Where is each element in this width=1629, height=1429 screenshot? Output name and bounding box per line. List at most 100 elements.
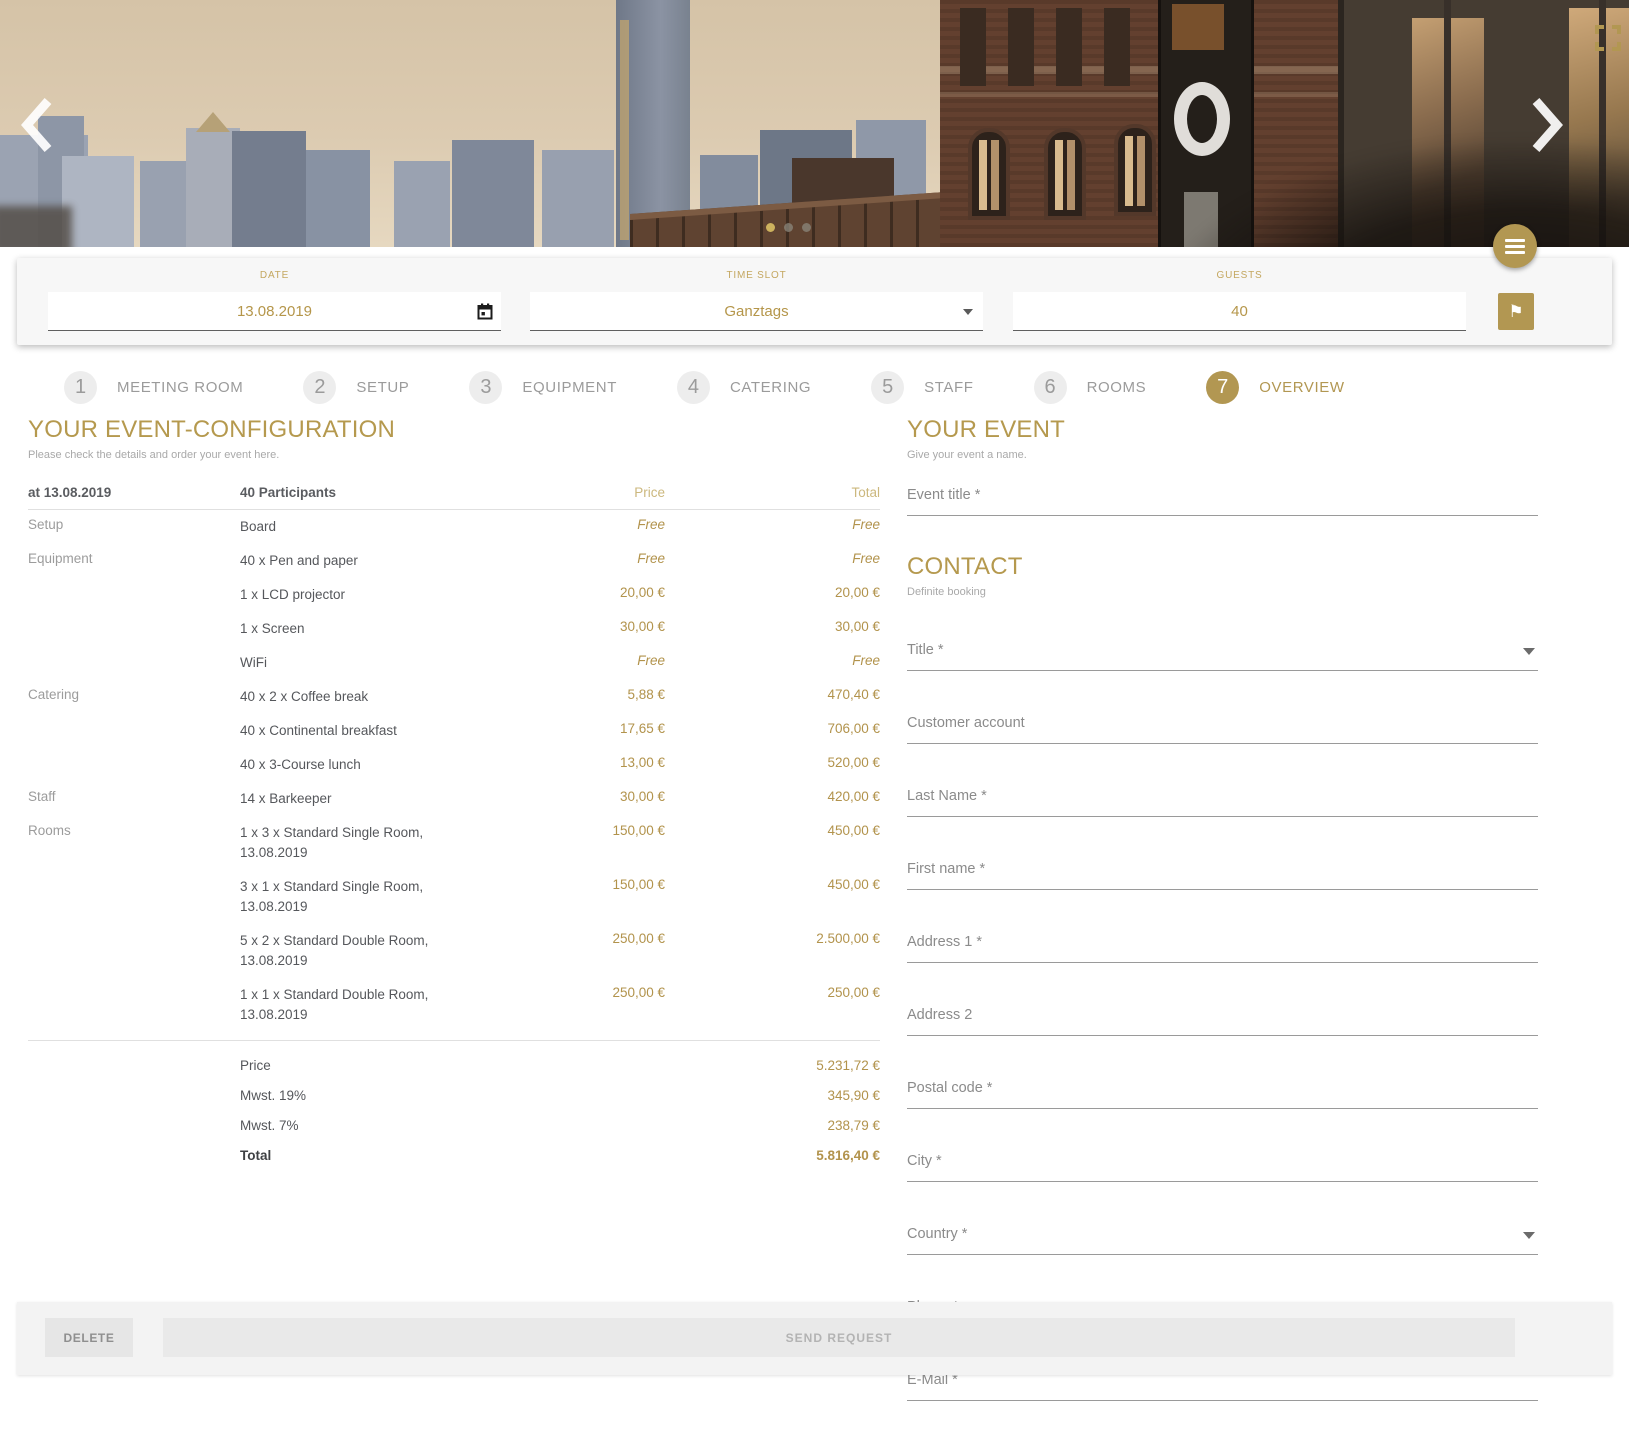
row-item: 40 x Pen and paper [240, 553, 358, 568]
table-row: Catering 40 x 2 x Coffee break 5,88 € 47… [28, 680, 880, 714]
table-row: WiFi Free Free [28, 646, 880, 680]
table-row: 1 x LCD projector 20,00 € 20,00 € [28, 578, 880, 612]
form-field[interactable]: Title * [907, 642, 1538, 671]
header-price: Price [634, 485, 665, 500]
step-label: CATERING [729, 378, 812, 396]
table-row: 3 x 1 x Standard Single Room, 13.08.2019… [28, 870, 880, 924]
table-row: 40 x 3-Course lunch 13,00 € 520,00 € [28, 748, 880, 782]
row-total: 20,00 € [834, 585, 880, 600]
summary-row: Price 5.231,72 € [28, 1050, 880, 1080]
table-row: Setup Board Free Free [28, 510, 880, 544]
date-value: 13.08.2019 [236, 302, 313, 320]
form-field-placeholder: Customer account [907, 715, 1025, 731]
row-price: 150,00 € [612, 823, 665, 838]
config-title: YOUR EVENT-CONFIGURATION [28, 416, 396, 443]
stepper-step[interactable]: 5 STAFF [871, 370, 974, 404]
form-field[interactable]: City * [907, 1153, 1538, 1182]
summary-row: Mwst. 19% 345,90 € [28, 1080, 880, 1110]
timeslot-select[interactable]: Ganztags [530, 292, 983, 331]
table-row: 1 x 1 x Standard Double Room, 13.08.2019… [28, 978, 880, 1032]
wizard-stepper: 1 MEETING ROOM 2 SETUP 3 EQUIPMENT 4 CAT… [0, 362, 1629, 412]
form-field[interactable]: Postal code * [907, 1080, 1538, 1109]
stepper-step[interactable]: 7 OVERVIEW [1206, 370, 1344, 404]
send-request-button[interactable]: SEND REQUEST [163, 1318, 1515, 1357]
form-field-placeholder: Address 1 * [907, 934, 982, 950]
hero-carousel [0, 0, 1629, 247]
timeslot-value: Ganztags [724, 302, 789, 320]
calendar-icon[interactable] [477, 303, 493, 320]
row-total: 2.500,00 € [816, 931, 880, 946]
row-total: 520,00 € [827, 755, 880, 770]
step-label: MEETING ROOM [117, 378, 244, 396]
row-item: 1 x 1 x Standard Double Room, 13.08.2019 [240, 987, 429, 1022]
guests-field-group: GUESTS 40 [1013, 270, 1466, 331]
form-field[interactable]: Country * [907, 1226, 1538, 1255]
carousel-next-icon[interactable] [1530, 96, 1564, 154]
caret-down-icon [963, 309, 973, 315]
summary-row: Total 5.816,40 € [28, 1140, 880, 1170]
row-total: 420,00 € [827, 789, 880, 804]
form-field[interactable]: Customer account [907, 715, 1538, 744]
form-field[interactable]: E-Mail * [907, 1372, 1538, 1401]
event-title-input[interactable]: Event title * [907, 487, 1538, 516]
form-field-placeholder: City * [907, 1153, 942, 1169]
header-date: at 13.08.2019 [28, 485, 112, 500]
stepper-step[interactable]: 4 CATERING [676, 370, 812, 404]
table-row: 40 x Continental breakfast 17,65 € 706,0… [28, 714, 880, 748]
form-field[interactable]: Address 2 [907, 1007, 1538, 1036]
foreground-silhouette [1150, 140, 1629, 247]
contact-subtitle: Definite booking [907, 586, 986, 598]
row-price: 30,00 € [619, 789, 665, 804]
row-category: Equipment [28, 551, 93, 566]
stepper-step[interactable]: 6 ROOMS [1033, 370, 1147, 404]
summary-label: Price [240, 1057, 271, 1073]
step-number: 1 [64, 370, 97, 404]
config-subtitle: Please check the details and order your … [28, 449, 280, 461]
delete-button[interactable]: DELETE [45, 1318, 133, 1357]
step-number: 5 [871, 370, 905, 404]
booking-bar: DATE 13.08.2019 TIME SLOT Ganztags GUEST… [17, 258, 1612, 345]
form-field[interactable]: First name * [907, 861, 1538, 890]
form-field-placeholder: Postal code * [907, 1080, 993, 1096]
row-total: 30,00 € [834, 619, 880, 634]
form-field-placeholder: Country * [907, 1226, 968, 1242]
stepper-step[interactable]: 3 EQUIPMENT [469, 370, 617, 404]
summary-value: 5.231,72 € [816, 1057, 880, 1073]
timeslot-field-group: TIME SLOT Ganztags [530, 270, 983, 331]
row-total: Free [852, 551, 880, 566]
form-field[interactable]: Last Name * [907, 788, 1538, 817]
event-configuration-section: YOUR EVENT-CONFIGURATION Please check th… [28, 416, 880, 1170]
table-header: at 13.08.2019 40 Participants Price Tota… [28, 477, 880, 510]
row-item: Board [240, 519, 277, 534]
guests-label: GUESTS [1216, 270, 1263, 281]
carousel-dot[interactable] [784, 223, 793, 232]
contact-title: CONTACT [907, 553, 1023, 580]
carousel-dot[interactable] [802, 223, 811, 232]
row-total: Free [852, 517, 880, 532]
step-number: 6 [1033, 370, 1067, 404]
your-event-subtitle: Give your event a name. [907, 449, 1027, 461]
fullscreen-icon[interactable] [1595, 25, 1621, 51]
flag-button[interactable]: ⚑ [1498, 293, 1534, 330]
step-number: 2 [303, 370, 337, 404]
step-label: STAFF [924, 378, 974, 396]
step-number: 4 [676, 370, 710, 404]
row-category: Catering [28, 687, 80, 702]
stepper-step[interactable]: 1 MEETING ROOM [64, 370, 244, 404]
guests-input[interactable]: 40 [1013, 292, 1466, 331]
step-number: 3 [469, 370, 503, 404]
flag-icon: ⚑ [1508, 302, 1524, 321]
summary-value: 5.816,40 € [816, 1147, 880, 1163]
form-field[interactable]: Address 1 * [907, 934, 1538, 963]
carousel-prev-icon[interactable] [20, 96, 54, 154]
row-total: Free [852, 653, 880, 668]
stepper-step[interactable]: 2 SETUP [303, 370, 409, 404]
menu-button[interactable] [1493, 224, 1537, 268]
event-title-placeholder: Event title * [907, 487, 981, 503]
carousel-dot[interactable] [766, 223, 775, 232]
date-input[interactable]: 13.08.2019 [48, 292, 501, 331]
form-field-placeholder: First name * [907, 861, 986, 877]
caret-down-icon [1523, 648, 1535, 655]
carousel-dots[interactable] [766, 223, 811, 232]
row-price: Free [637, 517, 665, 532]
